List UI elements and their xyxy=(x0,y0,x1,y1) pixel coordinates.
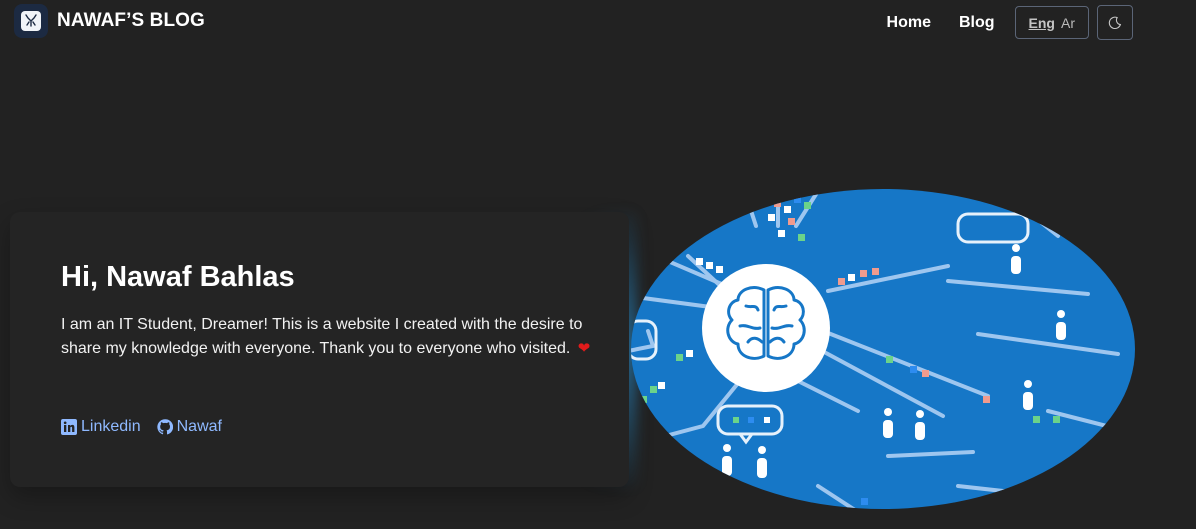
brand[interactable]: NAWAF’S BLOG xyxy=(14,4,205,38)
linkedin-label[interactable]: Linkedin xyxy=(81,418,141,436)
deer-logo-icon xyxy=(14,4,48,38)
hero-intro: I am an IT Student, Dreamer! This is a w… xyxy=(61,313,601,361)
nav-home-link[interactable]: Home xyxy=(887,6,931,40)
social-links: Linkedin Nawaf xyxy=(61,418,238,436)
page: NAWAF’S BLOG Home Blog Eng Ar Hi, Nawaf … xyxy=(0,0,1196,529)
main-nav: Home Blog Eng Ar xyxy=(887,5,1133,40)
brain-network-illustration xyxy=(631,189,1135,509)
linkedin-icon xyxy=(61,419,77,435)
theme-toggle-button[interactable] xyxy=(1097,5,1133,40)
github-label[interactable]: Nawaf xyxy=(177,418,222,436)
github-icon xyxy=(157,419,173,435)
language-switch[interactable]: Eng Ar xyxy=(1014,6,1089,39)
site-title[interactable]: NAWAF’S BLOG xyxy=(57,10,205,32)
github-link[interactable]: Nawaf xyxy=(157,418,222,436)
lang-arabic[interactable]: Ar xyxy=(1058,15,1078,31)
nav-blog-link[interactable]: Blog xyxy=(959,6,995,40)
hero-title: Hi, Nawaf Bahlas xyxy=(61,261,295,293)
heart-icon: ❤ xyxy=(577,340,591,357)
lang-english[interactable]: Eng xyxy=(1026,15,1058,31)
linkedin-link[interactable]: Linkedin xyxy=(61,418,141,436)
hero-intro-text: I am an IT Student, Dreamer! This is a w… xyxy=(61,316,583,357)
deer-icon xyxy=(25,14,37,27)
moon-icon xyxy=(1108,16,1122,29)
